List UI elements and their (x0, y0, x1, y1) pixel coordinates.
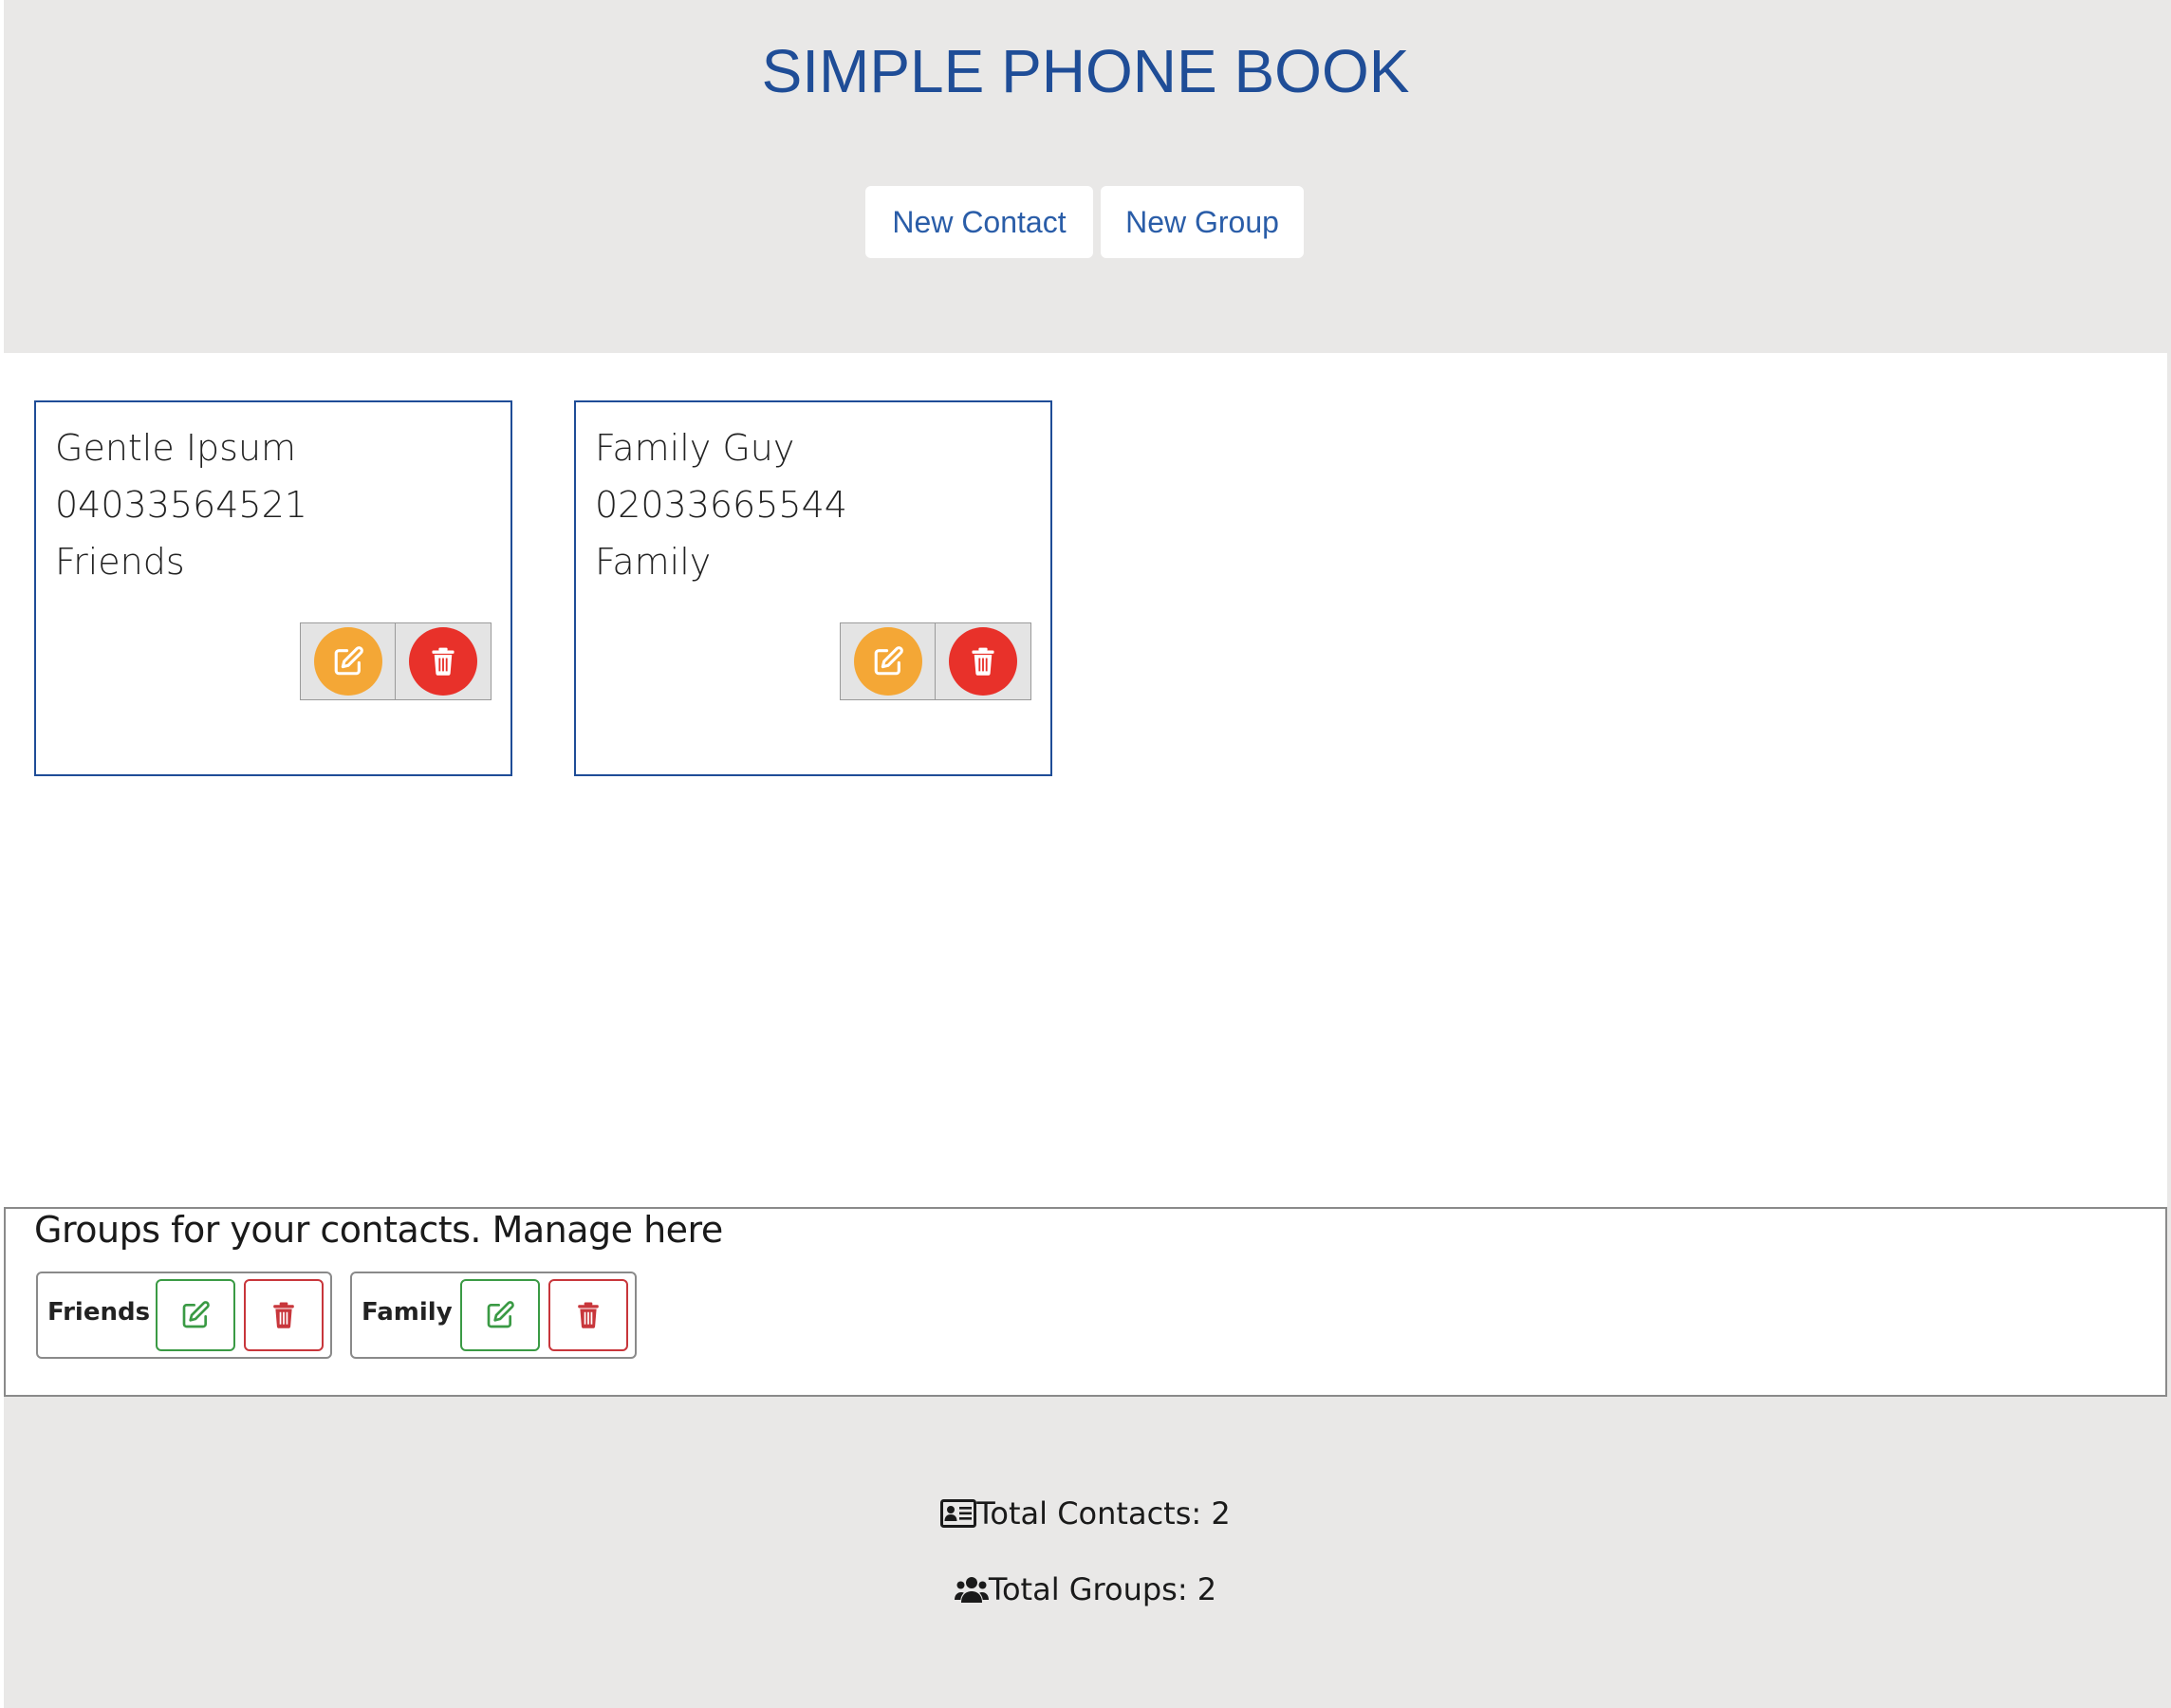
group-chip: Family (350, 1272, 637, 1359)
id-card-icon (940, 1499, 977, 1528)
groups-section: Groups for your contacts. Manage here Fr… (4, 1207, 2167, 1397)
users-icon (954, 1577, 989, 1603)
trash-icon (273, 1302, 294, 1328)
contact-name: Family Guy (595, 427, 795, 469)
total-contacts: Total Contacts: 2 (4, 1495, 2167, 1532)
pencil-square-icon (874, 646, 903, 676)
header: SIMPLE PHONE BOOK New Contact New Group (4, 0, 2167, 353)
total-contacts-text: Total Contacts: 2 (976, 1495, 1231, 1532)
edit-contact-button[interactable] (853, 627, 922, 696)
contact-group: Friends (55, 541, 185, 583)
contact-actions (840, 622, 1031, 700)
contact-actions (300, 622, 492, 700)
footer: Total Contacts: 2 Total Groups: 2 (4, 1397, 2167, 1708)
edit-group-button[interactable] (460, 1279, 540, 1351)
delete-contact-button[interactable] (409, 627, 477, 696)
pencil-square-icon (182, 1301, 210, 1328)
delete-group-button[interactable] (244, 1279, 324, 1351)
contact-card: Gentle Ipsum 04033564521 Friends (34, 400, 512, 776)
pencil-square-icon (487, 1301, 514, 1328)
edit-group-button[interactable] (156, 1279, 235, 1351)
contact-phone: 04033564521 (55, 484, 307, 526)
group-name: Friends (47, 1298, 151, 1327)
page-title: SIMPLE PHONE BOOK (761, 37, 1410, 105)
contact-group: Family (595, 541, 712, 583)
total-groups: Total Groups: 2 (4, 1571, 2167, 1607)
groups-title: Groups for your contacts. Manage here (34, 1209, 723, 1251)
edit-contact-button[interactable] (313, 627, 382, 696)
new-contact-button[interactable]: New Contact (865, 186, 1093, 258)
contact-phone: 02033665544 (595, 484, 847, 526)
total-groups-text: Total Groups: 2 (988, 1571, 1217, 1607)
trash-icon (972, 647, 994, 676)
pencil-square-icon (334, 646, 363, 676)
delete-contact-button[interactable] (949, 627, 1017, 696)
group-name: Family (362, 1298, 453, 1327)
delete-group-button[interactable] (548, 1279, 628, 1351)
trash-icon (578, 1302, 599, 1328)
trash-icon (432, 647, 455, 676)
page: SIMPLE PHONE BOOK New Contact New Group … (0, 0, 2167, 1708)
contact-name: Gentle Ipsum (55, 427, 297, 469)
contact-card: Family Guy 02033665544 Family (574, 400, 1052, 776)
new-group-button[interactable]: New Group (1101, 186, 1304, 258)
group-chip: Friends (36, 1272, 332, 1359)
contacts-area: Gentle Ipsum 04033564521 Friends Family … (4, 353, 2167, 1207)
